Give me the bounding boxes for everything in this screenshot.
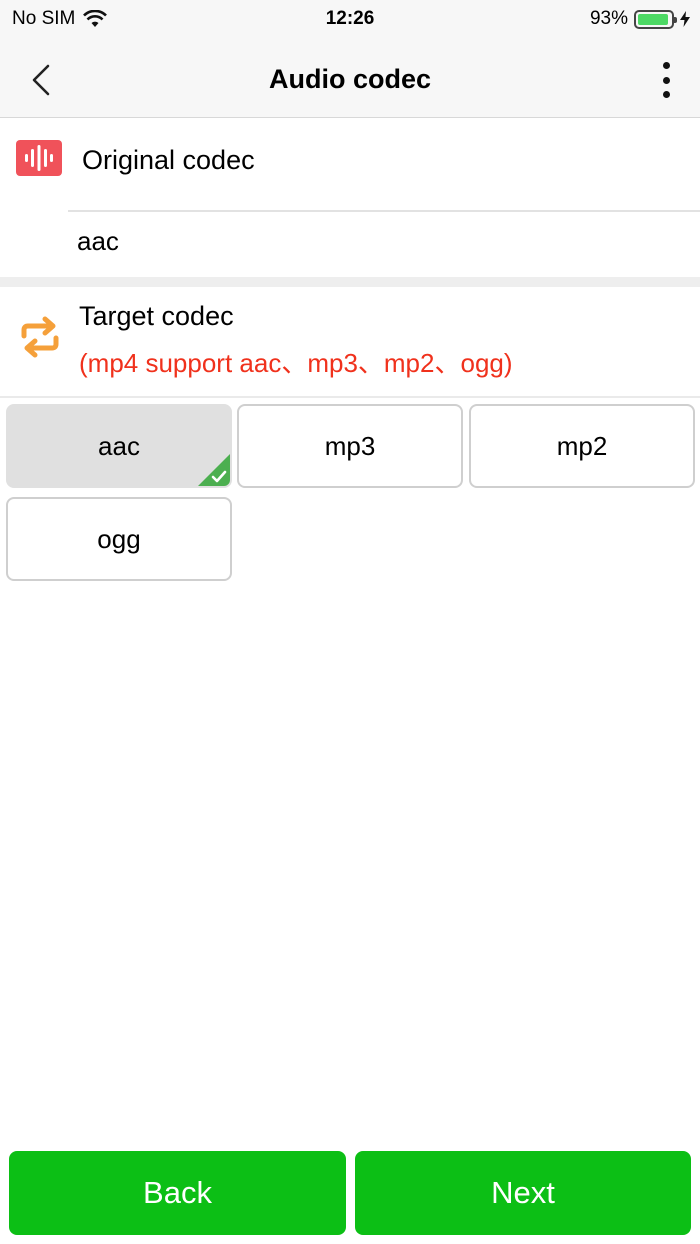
status-bar: No SIM 12:26 93% <box>0 0 700 40</box>
original-codec-row: Original codec <box>0 119 700 211</box>
battery-icon <box>634 9 677 29</box>
more-dot <box>662 76 670 84</box>
codec-option-label: aac <box>98 430 140 461</box>
codec-option-mp3[interactable]: mp3 <box>237 404 463 488</box>
codec-option-mp2[interactable]: mp2 <box>469 404 695 488</box>
audio-wave-icon <box>16 140 62 176</box>
next-button-label: Next <box>491 1175 555 1210</box>
back-button[interactable]: Back <box>9 1151 346 1235</box>
check-icon <box>198 454 230 486</box>
divider <box>68 210 700 212</box>
codec-option-aac[interactable]: aac <box>6 404 232 488</box>
page-title: Audio codec <box>268 64 431 94</box>
codec-option-label: ogg <box>97 523 141 554</box>
divider <box>0 396 700 398</box>
more-dot <box>662 91 670 98</box>
codec-option-label: mp2 <box>556 430 608 461</box>
battery-fill <box>638 13 668 25</box>
back-button-label: Back <box>143 1175 212 1210</box>
section-separator <box>0 277 700 287</box>
battery-percent: 93% <box>589 8 628 29</box>
more-options-icon[interactable] <box>654 62 678 98</box>
nav-bar: Audio codec <box>0 40 700 118</box>
status-right: 93% <box>590 8 690 30</box>
charging-icon <box>680 11 690 27</box>
convert-arrows-icon <box>16 314 64 360</box>
more-dot <box>662 62 670 69</box>
target-codec-label: Target codec <box>79 301 234 331</box>
original-codec-label: Original codec <box>82 145 255 175</box>
codec-option-label: mp3 <box>324 430 376 461</box>
codec-option-ogg[interactable]: ogg <box>6 497 232 581</box>
original-codec-value: aac <box>77 226 119 256</box>
next-button[interactable]: Next <box>355 1151 691 1235</box>
target-codec-hint: (mp4 support aac、mp3、mp2、ogg) <box>79 348 513 378</box>
